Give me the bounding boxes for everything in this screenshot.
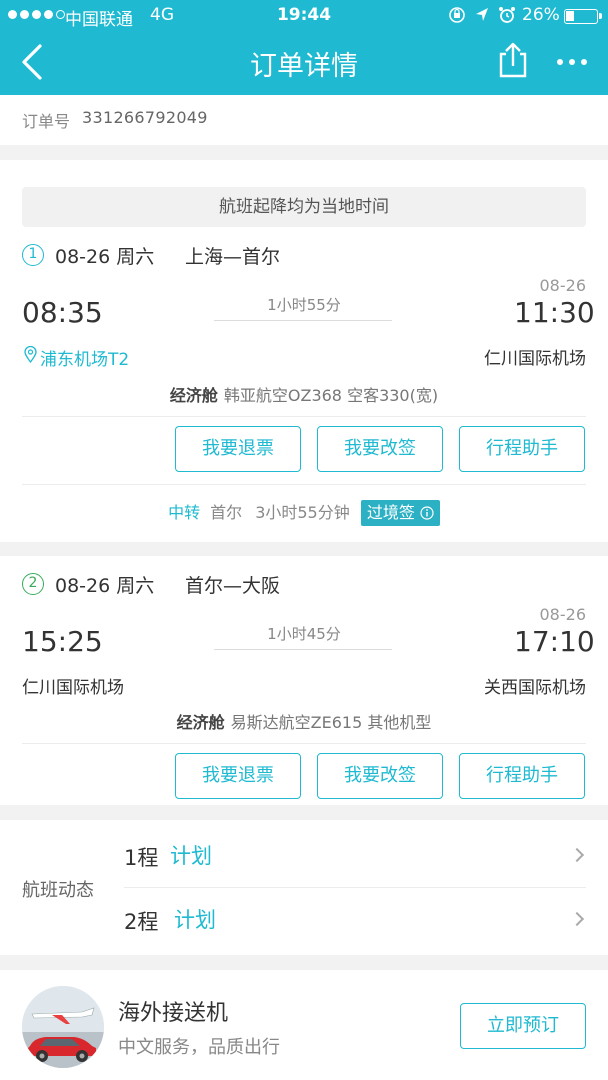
dynamics-leg-2: 2程 bbox=[124, 910, 159, 934]
segment-1-cabin: 经济舱 bbox=[169, 386, 218, 405]
segment-2-duration-line bbox=[214, 649, 392, 650]
segment-2-departure-airport: 仁川国际机场 bbox=[22, 678, 124, 698]
dynamics-status-2: 计划 bbox=[174, 908, 216, 932]
chevron-right-icon bbox=[569, 847, 585, 863]
share-icon[interactable] bbox=[496, 40, 530, 80]
segment-1-arrival-airport: 仁川国际机场 bbox=[484, 349, 586, 369]
segment-1-flight: 韩亚航空OZ368 空客330(宽) bbox=[223, 386, 439, 405]
alarm-icon bbox=[499, 7, 515, 23]
section-gap bbox=[0, 542, 608, 556]
transfer-duration: 3小时55分钟 bbox=[255, 503, 350, 522]
segment-2-departure-time: 15:25 bbox=[22, 625, 103, 658]
battery-percent: 26% bbox=[522, 5, 560, 25]
transit-visa-label: 过境签 bbox=[366, 503, 415, 522]
dynamics-row-1[interactable]: 1程 计划 bbox=[124, 822, 608, 888]
local-time-notice: 航班起降均为当地时间 bbox=[22, 187, 586, 227]
airport-transfer-promo: 海外接送机 中文服务，品质出行 立即预订 bbox=[0, 970, 608, 1080]
segment-2-date: 08-26 周六 bbox=[55, 575, 155, 597]
location-pin-icon bbox=[24, 346, 37, 363]
segment-2-change-button[interactable]: 我要改签 bbox=[317, 753, 443, 799]
segment-2-refund-button[interactable]: 我要退票 bbox=[175, 753, 301, 799]
segment-1-arrival-time: 11:30 bbox=[514, 296, 595, 329]
segment-2-cabin-info: 经济舱 易斯达航空ZE615 其他机型 bbox=[0, 709, 608, 733]
chevron-right-icon bbox=[569, 911, 585, 927]
orientation-lock-icon bbox=[449, 7, 465, 23]
segment-1-duration-line bbox=[214, 320, 392, 321]
segment-1-route: 上海—首尔 bbox=[185, 246, 281, 268]
segment-1-date: 08-26 周六 bbox=[55, 246, 155, 268]
segment-2-index: 2 bbox=[22, 573, 44, 595]
segment-1-departure-airport[interactable]: 浦东机场T2 bbox=[40, 345, 129, 370]
transfer-city: 首尔 bbox=[210, 503, 243, 522]
info-icon bbox=[420, 506, 434, 520]
order-number-label: 订单号 bbox=[22, 112, 71, 131]
divider bbox=[22, 743, 586, 744]
segment-1-change-button[interactable]: 我要改签 bbox=[317, 426, 443, 472]
flight-dynamics-label: 航班动态 bbox=[22, 880, 94, 901]
segment-2-cabin: 经济舱 bbox=[176, 713, 225, 732]
status-icons bbox=[448, 5, 516, 25]
segment-1-departure-time: 08:35 bbox=[22, 296, 103, 329]
order-number: 331266792049 bbox=[82, 108, 208, 127]
flight-dynamics-section: 航班动态 1程 计划 2程 计划 bbox=[0, 820, 608, 955]
status-time: 19:44 bbox=[276, 5, 332, 25]
order-number-bar: 订单号 331266792049 bbox=[0, 95, 608, 145]
segment-1-duration: 1小时55分 bbox=[267, 296, 341, 314]
segment-2-arrival-time: 17:10 bbox=[514, 625, 595, 658]
segment-2-arrival-date: 08-26 bbox=[539, 605, 587, 624]
book-now-button[interactable]: 立即预订 bbox=[460, 1003, 586, 1049]
flight-card: 航班起降均为当地时间 1 08-26 周六 上海—首尔 08-26 08:35 … bbox=[0, 160, 608, 805]
car-plane-illustration bbox=[22, 986, 104, 1068]
segment-1-index: 1 bbox=[22, 244, 44, 266]
divider bbox=[22, 416, 586, 417]
transfer-label: 中转 bbox=[168, 503, 201, 522]
transfer-info: 中转 首尔 3小时55分钟 过境签 bbox=[0, 499, 608, 526]
segment-2-arrival-airport: 关西国际机场 bbox=[484, 678, 586, 698]
status-bar: 中国联通 4G 19:44 26% bbox=[0, 0, 608, 32]
top-bar: 中国联通 4G 19:44 26% 订单详情 bbox=[0, 0, 608, 95]
divider bbox=[22, 484, 586, 485]
promo-subtitle: 中文服务，品质出行 bbox=[118, 1037, 280, 1058]
promo-title: 海外接送机 bbox=[118, 1001, 229, 1026]
segment-1-refund-button[interactable]: 我要退票 bbox=[175, 426, 301, 472]
segment-1-arrival-date: 08-26 bbox=[539, 276, 587, 295]
airport-transfer-image bbox=[22, 986, 104, 1068]
more-icon[interactable] bbox=[552, 50, 592, 74]
dynamics-status-1: 计划 bbox=[170, 844, 212, 868]
dynamics-row-2[interactable]: 2程 计划 bbox=[124, 886, 608, 952]
transit-visa-badge[interactable]: 过境签 bbox=[360, 500, 440, 526]
segment-2-assistant-button[interactable]: 行程助手 bbox=[459, 753, 585, 799]
segment-1-assistant-button[interactable]: 行程助手 bbox=[459, 426, 585, 472]
battery-icon bbox=[564, 9, 602, 24]
segment-2-duration: 1小时45分 bbox=[267, 625, 341, 643]
location-arrow-icon bbox=[476, 8, 488, 21]
segment-1-cabin-info: 经济舱 韩亚航空OZ368 空客330(宽) bbox=[0, 382, 608, 406]
segment-2-route: 首尔—大阪 bbox=[185, 575, 281, 597]
dynamics-leg-1: 1程 bbox=[124, 846, 159, 870]
segment-2-flight: 易斯达航空ZE615 其他机型 bbox=[230, 713, 432, 732]
